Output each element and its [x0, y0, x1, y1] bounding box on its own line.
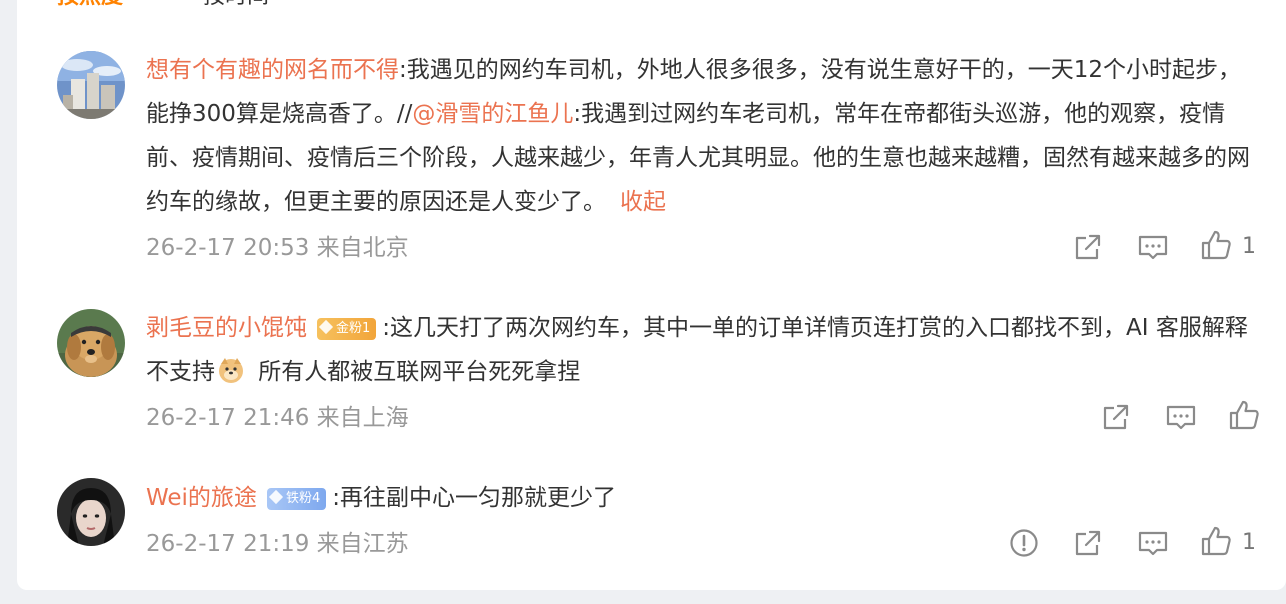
like-button[interactable] [1228, 399, 1260, 431]
fan-badge[interactable]: 金粉1 [317, 318, 377, 340]
comment-body: 剥毛豆的小馄饨 金粉1:这几天打了两次网约车，其中一单的订单详情页连打赏的入口都找… [146, 306, 1256, 394]
comment-meta: 26-2-17 20:53 来自北京 [146, 235, 409, 261]
like-icon [1201, 526, 1231, 556]
username-link[interactable]: 剥毛豆的小馄饨 [146, 315, 307, 341]
comment-body: 想有个有趣的网名而不得:我遇见的网约车司机，外地人很多很多，没有说生意好干的，一… [146, 48, 1256, 224]
collapse-link[interactable]: 收起 [620, 189, 666, 215]
tab-sort-time[interactable]: 按时间 [203, 0, 269, 12]
username-link[interactable]: Wei的旅途 [146, 485, 257, 511]
reply-button[interactable] [1137, 527, 1169, 559]
reply-button[interactable] [1165, 401, 1197, 433]
like-count: 1 [1242, 234, 1256, 259]
share-icon [1103, 404, 1129, 430]
comment-meta: 26-2-17 21:19 来自江苏 [146, 531, 409, 557]
comment-meta: 26-2-17 21:46 来自上海 [146, 405, 409, 431]
comment-text: 再往副中心一匀那就更少了 [339, 485, 616, 511]
share-button[interactable] [1100, 401, 1132, 433]
like-button[interactable] [1200, 229, 1232, 261]
avatar[interactable] [57, 51, 125, 119]
comment-icon [1138, 531, 1168, 556]
comment-icon [1166, 405, 1196, 430]
like-button[interactable] [1200, 525, 1232, 557]
share-icon [1075, 234, 1101, 260]
comment-icon [1138, 235, 1168, 260]
comment-body: Wei的旅途 铁粉4:再往副中心一匀那就更少了 [146, 476, 1256, 520]
share-button[interactable] [1072, 527, 1104, 559]
reply-button[interactable] [1137, 231, 1169, 263]
fan-badge-label: 铁粉4 [285, 491, 321, 506]
like-count: 1 [1242, 530, 1256, 555]
mention-link[interactable]: @滑雪的江鱼儿 [412, 101, 573, 127]
badge-gem-icon [318, 319, 334, 335]
separator: : [332, 485, 340, 511]
fan-badge-label: 金粉1 [336, 321, 371, 336]
username-link[interactable]: 想有个有趣的网名而不得 [146, 57, 399, 83]
like-icon [1201, 230, 1231, 260]
separator: : [382, 315, 391, 341]
report-icon [1010, 529, 1038, 557]
avatar[interactable] [57, 309, 125, 377]
separator: : [399, 57, 407, 83]
tab-sort-hot[interactable]: 按热度 [57, 0, 123, 12]
avatar[interactable] [57, 478, 125, 546]
report-button[interactable] [1008, 527, 1040, 559]
fan-badge[interactable]: 铁粉4 [266, 488, 327, 510]
doge-emoji-icon [217, 355, 245, 383]
share-icon [1075, 530, 1101, 556]
share-button[interactable] [1072, 231, 1104, 263]
like-icon [1229, 400, 1259, 430]
comment-text-continued: 所有人都被互联网平台死死拿捏 [251, 359, 581, 385]
badge-gem-icon [268, 489, 284, 505]
